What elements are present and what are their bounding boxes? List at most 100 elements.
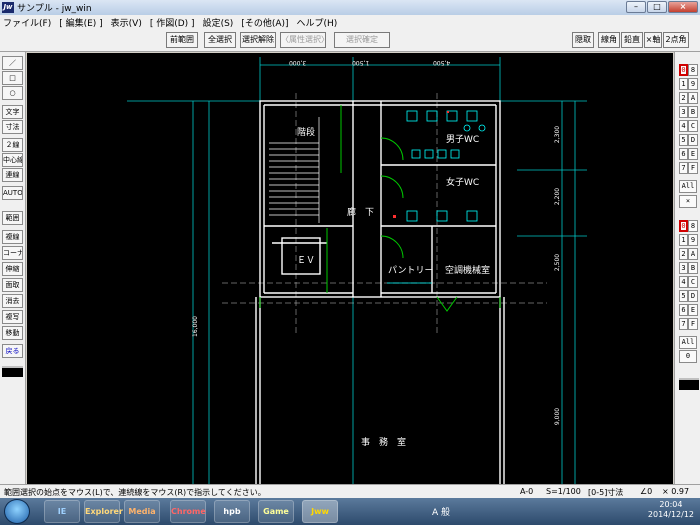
layer-group-layer-7[interactable]: 7: [679, 318, 688, 330]
layer-layer-A[interactable]: A: [688, 92, 698, 104]
color-indicator[interactable]: [679, 378, 699, 390]
status-message: 範囲選択の始点をマウス(L)で、連続線をマウス(R)で指示してください。: [4, 488, 266, 497]
corner-tool[interactable]: コーナー: [2, 246, 23, 260]
layer-layer-E[interactable]: E: [688, 148, 698, 160]
layer-layer-3[interactable]: 3: [679, 106, 688, 118]
dimension-tool[interactable]: 寸法: [2, 120, 23, 134]
chamfer-tool[interactable]: 面取: [2, 278, 23, 292]
auto-mode-button[interactable]: AUTO: [2, 186, 23, 200]
top-dimension-2: 1,500: [352, 59, 370, 66]
game-icon[interactable]: Game: [258, 500, 294, 523]
layer-group-layer-9[interactable]: 9: [688, 234, 698, 246]
layer-layer-4[interactable]: 4: [679, 120, 688, 132]
double-line-tool[interactable]: ２線: [2, 138, 23, 152]
media-player-icon[interactable]: Media: [124, 500, 160, 523]
two-point-angle-button[interactable]: 2点角: [663, 32, 689, 48]
status-layer[interactable]: A-0: [520, 487, 533, 496]
layer-layer-5[interactable]: 5: [679, 134, 688, 146]
jw-win-window: Jw サンプル - jw_win – □ × ファイル(F) [ 編集(E) ]…: [0, 0, 700, 525]
clock[interactable]: 20:04 2014/12/12: [648, 500, 694, 520]
hidden-line-button[interactable]: 隠取: [572, 32, 594, 48]
line-angle-button[interactable]: 線角: [598, 32, 620, 48]
menu-edit[interactable]: [ 編集(E) ]: [59, 16, 102, 29]
layer-layer-7[interactable]: 7: [679, 162, 688, 174]
parallel-line-tool[interactable]: 複線: [2, 230, 23, 244]
layer-group-layer-C[interactable]: C: [688, 276, 698, 288]
copy-tool[interactable]: 複写: [2, 310, 23, 324]
clock-time: 20:04: [659, 500, 683, 509]
text-tool[interactable]: 文字: [2, 105, 23, 119]
center-line-tool[interactable]: 中心線: [2, 153, 23, 167]
chrome-icon[interactable]: Chrome: [170, 500, 206, 523]
layer-group-layer-4[interactable]: 4: [679, 276, 688, 288]
deselect-button[interactable]: 選択解除: [240, 32, 276, 48]
layer-group-layer-2[interactable]: 2: [679, 248, 688, 260]
layer-group-layer-8[interactable]: 8: [688, 220, 698, 232]
right-dimension-3: 2,500: [554, 253, 562, 272]
close-button[interactable]: ×: [668, 1, 698, 13]
minimize-button[interactable]: –: [626, 1, 646, 13]
status-zoom[interactable]: × 0.97: [662, 487, 689, 496]
layer-group-layer-1[interactable]: 1: [679, 234, 688, 246]
layer-layer-8[interactable]: 8: [688, 64, 698, 76]
room-office: 事 務 室: [361, 438, 407, 448]
explorer-folder-icon[interactable]: Explorer: [84, 500, 123, 523]
all-layer-groups-button[interactable]: All: [679, 336, 697, 349]
continuous-line-tool[interactable]: 連線: [2, 168, 23, 182]
layer-group-layer-D[interactable]: D: [688, 290, 698, 302]
layer-close-button[interactable]: ×: [679, 195, 697, 208]
layer-layer-F[interactable]: F: [688, 162, 698, 174]
confirm-selection-button[interactable]: 選択確定: [334, 32, 390, 48]
layer-group-layer-3[interactable]: 3: [679, 262, 688, 274]
stretch-tool[interactable]: 伸縮: [2, 262, 23, 276]
menu-draw[interactable]: [ 作図(D) ]: [150, 16, 195, 29]
menu-file[interactable]: ファイル(F): [3, 16, 51, 29]
x-axis-button[interactable]: ×軸: [644, 32, 662, 48]
menu-settings[interactable]: 設定(S): [203, 16, 234, 29]
layer-group-layer-F[interactable]: F: [688, 318, 698, 330]
attribute-select-button[interactable]: 〈属性選択〉: [280, 32, 329, 48]
status-angle[interactable]: ∠0: [640, 487, 652, 496]
grid-lines: [127, 57, 587, 484]
layer-layer-0[interactable]: 0: [679, 64, 688, 76]
layer-group-layer-6[interactable]: 6: [679, 304, 688, 316]
ime-indicator[interactable]: A 般: [432, 505, 450, 518]
circle-tool[interactable]: ○: [2, 86, 23, 100]
line-tool[interactable]: ／: [2, 56, 23, 70]
line-type-indicator[interactable]: [2, 366, 23, 377]
drawing-canvas[interactable]: 3,000 1,500 4,500 2,300 2,200 2,500 9,00…: [27, 53, 673, 484]
layer-layer-C[interactable]: C: [688, 120, 698, 132]
layer-palette: 08192A3B4C5D6E7F All × 08192A3B4C5D6E7F …: [674, 52, 700, 484]
select-all-button[interactable]: 全選択: [204, 32, 236, 48]
layer-layer-9[interactable]: 9: [688, 78, 698, 90]
menu-help[interactable]: ヘルプ(H): [297, 16, 338, 29]
start-button[interactable]: [4, 499, 30, 524]
layer-layer-6[interactable]: 6: [679, 148, 688, 160]
layer-layer-D[interactable]: D: [688, 134, 698, 146]
layer-layer-2[interactable]: 2: [679, 92, 688, 104]
previous-range-button[interactable]: 前範囲: [166, 32, 198, 48]
layer-group-zero-button[interactable]: 0: [679, 350, 697, 363]
hpb-icon[interactable]: hpb: [214, 500, 250, 523]
status-scale[interactable]: S=1/100: [546, 487, 581, 496]
vertical-button[interactable]: 鉛直: [621, 32, 643, 48]
layer-layer-B[interactable]: B: [688, 106, 698, 118]
maximize-button[interactable]: □: [647, 1, 667, 13]
layer-group-layer-5[interactable]: 5: [679, 290, 688, 302]
undo-button[interactable]: 戻る: [2, 344, 23, 358]
layer-group-layer-B[interactable]: B: [688, 262, 698, 274]
rectangle-tool[interactable]: □: [2, 71, 23, 85]
layer-group-layer-E[interactable]: E: [688, 304, 698, 316]
menu-view[interactable]: 表示(V): [111, 16, 142, 29]
move-tool[interactable]: 移動: [2, 326, 23, 340]
erase-tool[interactable]: 消去: [2, 294, 23, 308]
range-tool[interactable]: 範囲: [2, 211, 23, 225]
layer-group-layer-A[interactable]: A: [688, 248, 698, 260]
status-layer-group[interactable]: [0-5]寸法: [588, 487, 623, 498]
all-layers-button[interactable]: All: [679, 180, 697, 193]
jww-icon[interactable]: Jww: [302, 500, 338, 523]
internet-explorer-icon[interactable]: IE: [44, 500, 80, 523]
layer-group-layer-0[interactable]: 0: [679, 220, 688, 232]
layer-layer-1[interactable]: 1: [679, 78, 688, 90]
menu-other[interactable]: [その他(A)]: [241, 16, 288, 29]
